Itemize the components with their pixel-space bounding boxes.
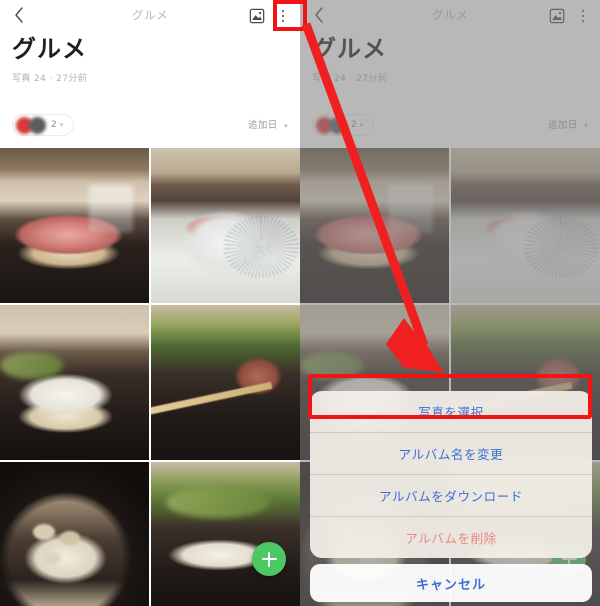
photo-thumbnail-2[interactable]	[451, 148, 600, 303]
cancel-button[interactable]: キャンセル	[310, 564, 592, 602]
album-title: グルメ	[12, 35, 87, 63]
avatar	[329, 116, 346, 134]
sort-button[interactable]: 追加日 ▾	[248, 117, 288, 131]
chevron-down-icon: ▾	[359, 121, 364, 129]
photo-grid	[0, 148, 300, 606]
app-bar: グルメ	[300, 0, 600, 30]
photo-thumbnail-1[interactable]	[0, 148, 149, 303]
album-header: グルメ 写真 24 · 27分前 2 ▾ 追加日 ▾	[0, 30, 300, 148]
member-sort-row: 2 ▾ 追加日 ▾	[0, 114, 300, 140]
member-count: 2	[51, 120, 57, 130]
app-bar: グルメ	[0, 0, 300, 30]
photo-thumbnail-6[interactable]	[151, 462, 300, 606]
member-sort-row: 2 ▾ 追加日 ▾	[300, 114, 600, 140]
photo-cover-icon[interactable]	[546, 5, 568, 27]
photo-cover-icon[interactable]	[246, 5, 268, 27]
select-photos-highlight	[308, 374, 592, 419]
menu-item-rename-album[interactable]: アルバム名を変更	[310, 433, 592, 475]
menu-item-delete-album[interactable]: アルバムを削除	[310, 517, 592, 558]
phone-screen-before: グルメ グルメ 写真 24 · 27分前 2 ▾ 追加日 ▾	[0, 0, 300, 606]
photo-thumbnail-5[interactable]	[0, 462, 149, 606]
album-title: グルメ	[312, 35, 387, 63]
app-bar-actions	[546, 4, 596, 28]
album-subtitle: 写真 24 · 27分前	[312, 74, 388, 84]
chevron-down-icon: ▾	[59, 121, 64, 129]
overflow-menu-highlight	[273, 0, 307, 31]
sort-button[interactable]: 追加日 ▾	[548, 117, 588, 131]
add-photo-fab[interactable]	[252, 542, 286, 576]
avatar	[29, 116, 46, 134]
photo-thumbnail-3[interactable]	[0, 305, 149, 460]
sort-label: 追加日	[247, 120, 278, 131]
phone-screen-after: グルメ グルメ 写真 24 · 27分前 2 ▾ 追加日 ▾ 写真を選択 アルバ…	[300, 0, 600, 606]
photo-thumbnail-1[interactable]	[300, 148, 449, 303]
member-chip[interactable]: 2 ▾	[312, 114, 374, 136]
album-subtitle: 写真 24 · 27分前	[12, 74, 88, 84]
chevron-down-icon: ▾	[284, 122, 288, 130]
kebab-menu-icon[interactable]	[570, 4, 596, 28]
screenshot-stage: グルメ グルメ 写真 24 · 27分前 2 ▾ 追加日 ▾ グルメ グルメ 写…	[0, 0, 600, 606]
photo-thumbnail-2[interactable]	[151, 148, 300, 303]
sort-label: 追加日	[547, 120, 578, 131]
member-count: 2	[351, 120, 357, 130]
photo-thumbnail-4[interactable]	[151, 305, 300, 460]
album-header: グルメ 写真 24 · 27分前 2 ▾ 追加日 ▾	[300, 30, 600, 148]
chevron-down-icon: ▾	[584, 122, 588, 130]
member-chip[interactable]: 2 ▾	[12, 114, 74, 136]
menu-item-download-album[interactable]: アルバムをダウンロード	[310, 475, 592, 517]
